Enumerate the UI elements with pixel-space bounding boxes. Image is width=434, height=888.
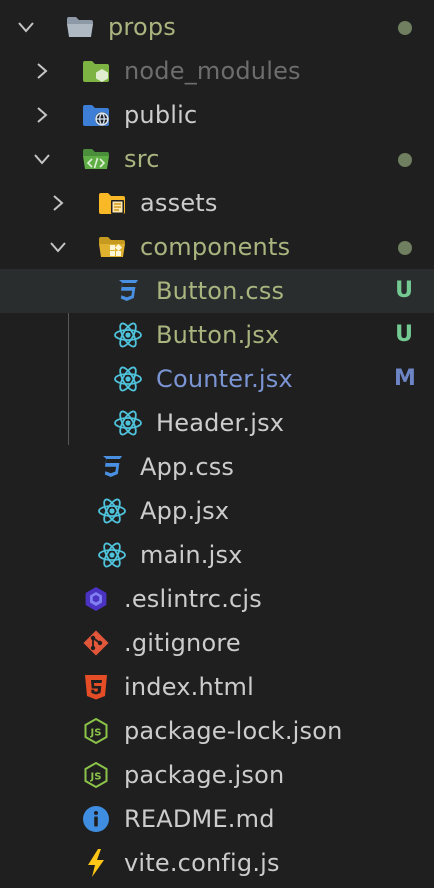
tree-file-gitignore[interactable]: .gitignore: [0, 621, 434, 665]
tree-file-header-jsx[interactable]: Header.jsx: [0, 401, 434, 445]
git-status-badge: M: [394, 366, 416, 391]
git-status-dot: [398, 241, 412, 255]
node-modules-folder-icon: [80, 49, 112, 93]
tree-item-label: assets: [140, 189, 218, 217]
tree-item-label: index.html: [124, 673, 254, 701]
tree-file-button-jsx[interactable]: Button.jsx U: [0, 313, 434, 357]
react-icon: [96, 489, 128, 533]
eslint-icon: [80, 577, 112, 621]
react-icon: [96, 533, 128, 577]
tree-item-label: props: [108, 13, 176, 41]
tree-folder-public[interactable]: public: [0, 93, 434, 137]
svg-text:JS: JS: [90, 728, 102, 739]
chevron-down-icon[interactable]: [28, 137, 56, 181]
tree-file-main-jsx[interactable]: main.jsx: [0, 533, 434, 577]
tree-item-label: Counter.jsx: [156, 365, 293, 393]
tree-folder-node-modules[interactable]: node_modules: [0, 49, 434, 93]
tree-file-eslintrc-cjs[interactable]: .eslintrc.cjs: [0, 577, 434, 621]
tree-item-label: App.css: [140, 453, 235, 481]
svg-text:JS: JS: [90, 772, 102, 783]
css-icon: [112, 269, 144, 313]
assets-folder-icon: [96, 181, 128, 225]
chevron-down-icon[interactable]: [12, 5, 40, 49]
chevron-right-icon[interactable]: [44, 181, 72, 225]
tree-folder-props[interactable]: props: [0, 5, 434, 49]
vite-icon: [80, 841, 112, 885]
tree-item-label: vite.config.js: [124, 849, 280, 877]
tree-file-app-jsx[interactable]: App.jsx: [0, 489, 434, 533]
git-status-badge: U: [395, 278, 413, 303]
components-folder-icon: [96, 225, 128, 269]
react-icon: [112, 357, 144, 401]
tree-file-counter-jsx[interactable]: Counter.jsx M: [0, 357, 434, 401]
git-status-badge: U: [395, 322, 413, 347]
tree-item-label: Button.jsx: [156, 321, 280, 349]
public-folder-icon: [80, 93, 112, 137]
tree-item-label: public: [124, 101, 198, 129]
nodejs-icon: JS: [80, 709, 112, 753]
tree-item-label: package-lock.json: [124, 717, 343, 745]
tree-file-button-css[interactable]: Button.css U: [0, 269, 434, 313]
tree-item-label: src: [124, 145, 160, 173]
tree-item-label: main.jsx: [140, 541, 243, 569]
chevron-down-icon[interactable]: [44, 225, 72, 269]
nodejs-icon: JS: [80, 753, 112, 797]
git-icon: [80, 621, 112, 665]
react-icon: [112, 313, 144, 357]
tree-item-label: App.jsx: [140, 497, 230, 525]
react-icon: [112, 401, 144, 445]
tree-folder-assets[interactable]: assets: [0, 181, 434, 225]
css-icon: [96, 445, 128, 489]
git-status-dot: [398, 153, 412, 167]
tree-file-vite-config-js[interactable]: vite.config.js: [0, 841, 434, 885]
tree-folder-components[interactable]: components: [0, 225, 434, 269]
src-folder-icon: [80, 137, 112, 181]
tree-item-label: node_modules: [124, 57, 301, 85]
folder-open-icon: [64, 5, 96, 49]
tree-file-index-html[interactable]: index.html: [0, 665, 434, 709]
tree-file-readme-md[interactable]: README.md: [0, 797, 434, 841]
git-status-dot: [398, 21, 412, 35]
tree-item-label: Header.jsx: [156, 409, 285, 437]
tree-file-package-json[interactable]: JS package.json: [0, 753, 434, 797]
tree-item-label: .eslintrc.cjs: [124, 585, 262, 613]
tree-file-package-lock-json[interactable]: JS package-lock.json: [0, 709, 434, 753]
chevron-right-icon[interactable]: [28, 93, 56, 137]
tree-item-label: README.md: [124, 805, 275, 833]
html-icon: [80, 665, 112, 709]
file-explorer-tree: props node_modulespublic src assets componen…: [0, 0, 434, 888]
tree-file-app-css[interactable]: App.css: [0, 445, 434, 489]
tree-item-label: Button.css: [156, 277, 285, 305]
tree-folder-src[interactable]: src: [0, 137, 434, 181]
info-icon: [80, 797, 112, 841]
chevron-right-icon[interactable]: [28, 49, 56, 93]
tree-item-label: .gitignore: [124, 629, 241, 657]
tree-item-label: package.json: [124, 761, 285, 789]
tree-item-label: components: [140, 233, 291, 261]
